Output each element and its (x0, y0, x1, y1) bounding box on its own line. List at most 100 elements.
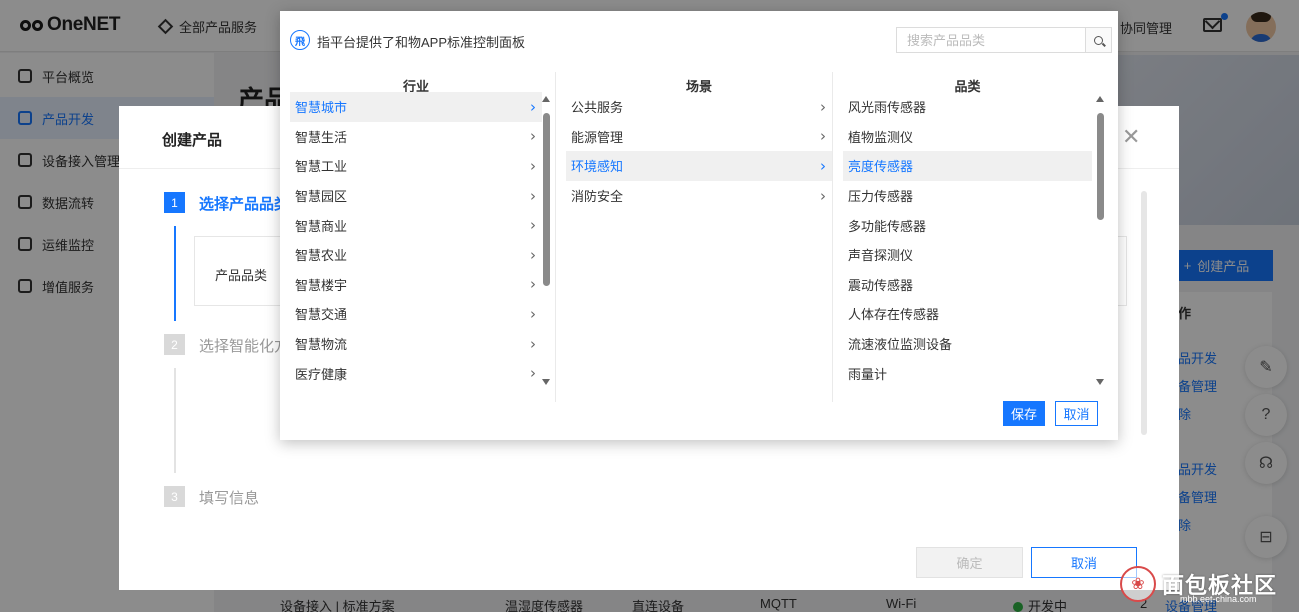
list-item[interactable]: 智慧农业 › (290, 240, 542, 270)
list-item[interactable]: 消防安全 › (566, 181, 832, 211)
item-label: 植物监测仪 (848, 129, 914, 145)
list-item[interactable]: 智慧园区 › (290, 181, 542, 211)
column-divider (555, 72, 556, 402)
list-item[interactable]: 多功能传感器 (843, 210, 1092, 240)
step-connector (174, 226, 176, 321)
item-label: 压力传感器 (848, 189, 914, 205)
item-label: 智慧工业 (295, 159, 348, 175)
list-item[interactable]: 智慧商业 › (290, 210, 542, 240)
chevron-right-icon: › (530, 304, 536, 323)
modal-title: 创建产品 (162, 132, 223, 149)
item-label: 亮度传感器 (848, 159, 914, 175)
item-label: 风光雨传感器 (848, 100, 927, 116)
category-picker: 飛 指平台提供了和物APP标准控制面板 行业 智慧城市› 智慧生活› 智慧工业›… (280, 11, 1118, 440)
step-label: 填写信息 (199, 490, 260, 507)
search-box (896, 27, 1112, 53)
scroll-down-icon[interactable] (542, 379, 550, 385)
item-label: 智慧交通 (295, 307, 348, 323)
watermark-url: mbb.eet-china.com (1180, 594, 1257, 604)
chevron-right-icon: › (820, 127, 826, 146)
scroll-up-icon[interactable] (542, 96, 550, 102)
hewu-badge-icon: 飛 (290, 30, 310, 50)
scrollbar[interactable] (1141, 191, 1147, 435)
list-item[interactable]: 智慧生活 › (290, 122, 542, 152)
item-label: 声音探测仪 (848, 248, 914, 264)
scroll-thumb[interactable] (1097, 113, 1104, 220)
list-item[interactable]: 植物监测仪 (843, 122, 1092, 152)
category-label: 产品品类 (215, 268, 268, 283)
search-input[interactable] (897, 28, 1085, 52)
chevron-right-icon: › (820, 186, 826, 205)
item-label: 智慧物流 (295, 337, 348, 353)
item-label: 智慧楼宇 (295, 277, 348, 293)
industry-list: 智慧城市 › 智慧生活 › 智慧工业 › 智慧园区 › 智慧商业 › 智慧农业 › 智慧楼宇… (290, 92, 542, 388)
chevron-right-icon: › (530, 156, 536, 175)
search-button[interactable] (1085, 28, 1111, 52)
column-divider (832, 72, 833, 402)
industry-scrollbar[interactable] (542, 96, 551, 385)
step-connector (174, 368, 176, 473)
list-item[interactable]: 亮度传感器 (843, 151, 1092, 181)
step-number: 2 (164, 334, 185, 355)
list-item[interactable]: 声音探测仪 (843, 240, 1092, 270)
list-item[interactable]: 医疗健康 › (290, 358, 542, 388)
category-scrollbar[interactable] (1096, 96, 1105, 385)
item-label: 智慧农业 (295, 248, 348, 264)
industry-column: 行业 智慧城市 › 智慧生活 › 智慧工业 › 智慧园区 › 智慧商业 › 智慧农业 › 智… (290, 72, 542, 402)
item-label: 智慧园区 (295, 189, 348, 205)
watermark-logo-icon: ❀ (1120, 566, 1156, 602)
step-label: 选择产品品类 (199, 196, 290, 213)
list-item[interactable]: 智慧楼宇 › (290, 270, 542, 300)
list-item[interactable]: 震动传感器 (843, 270, 1092, 300)
item-label: 智慧生活 (295, 129, 348, 145)
chevron-right-icon: › (530, 364, 536, 383)
chevron-right-icon: › (530, 334, 536, 353)
list-item[interactable]: 公共服务 › (566, 92, 832, 122)
chevron-right-icon: › (820, 156, 826, 175)
list-item[interactable]: 智慧物流 › (290, 329, 542, 359)
chevron-right-icon: › (530, 127, 536, 146)
list-item[interactable]: 流速液位监测设备 (843, 329, 1092, 359)
list-item[interactable]: 智慧城市 › (290, 92, 542, 122)
chevron-right-icon: › (530, 186, 536, 205)
list-item[interactable]: 能源管理 › (566, 122, 832, 152)
close-icon[interactable]: ✕ (1122, 126, 1140, 148)
item-label: 能源管理 (571, 129, 624, 145)
category-column: 品类 风光雨传感器 植物监测仪 亮度传感器 压力传感器 多功能传感器 声音探测仪… (843, 72, 1092, 402)
step-number: 3 (164, 486, 185, 507)
scroll-down-icon[interactable] (1096, 379, 1104, 385)
list-item[interactable]: 压力传感器 (843, 181, 1092, 211)
category-list: 风光雨传感器 植物监测仪 亮度传感器 压力传感器 多功能传感器 声音探测仪 震动… (843, 92, 1092, 388)
list-item[interactable]: 人体存在传感器 (843, 299, 1092, 329)
picker-cancel-button[interactable]: 取消 (1055, 401, 1098, 426)
scene-column: 场景 公共服务 › 能源管理 › 环境感知 › 消防安全 › (566, 72, 832, 402)
list-item[interactable]: 智慧交通 › (290, 299, 542, 329)
picker-description: 指平台提供了和物APP标准控制面板 (317, 35, 526, 50)
list-item[interactable]: 智慧工业 › (290, 151, 542, 181)
item-label: 消防安全 (571, 189, 624, 205)
item-label: 医疗健康 (295, 366, 348, 382)
chevron-right-icon: › (530, 275, 536, 294)
chevron-right-icon: › (530, 245, 536, 264)
list-item[interactable]: 环境感知 › (566, 151, 832, 181)
step-number: 1 (164, 192, 185, 213)
item-label: 多功能传感器 (848, 218, 927, 234)
search-icon (1094, 35, 1103, 45)
chevron-right-icon: › (530, 216, 536, 235)
item-label: 震动传感器 (848, 277, 914, 293)
item-label: 智慧城市 (295, 100, 348, 116)
chevron-right-icon: › (530, 97, 536, 116)
confirm-button[interactable]: 确定 (916, 547, 1023, 578)
list-item[interactable]: 风光雨传感器 (843, 92, 1092, 122)
list-item[interactable]: 雨量计 (843, 358, 1092, 388)
item-label: 人体存在传感器 (848, 307, 940, 323)
scroll-up-icon[interactable] (1096, 96, 1104, 102)
scene-list: 公共服务 › 能源管理 › 环境感知 › 消防安全 › (566, 92, 832, 210)
scroll-thumb[interactable] (543, 113, 550, 286)
item-label: 智慧商业 (295, 218, 348, 234)
save-button[interactable]: 保存 (1003, 401, 1045, 426)
chevron-right-icon: › (820, 97, 826, 116)
item-label: 公共服务 (571, 100, 624, 116)
item-label: 环境感知 (571, 159, 624, 175)
item-label: 流速液位监测设备 (848, 337, 953, 353)
